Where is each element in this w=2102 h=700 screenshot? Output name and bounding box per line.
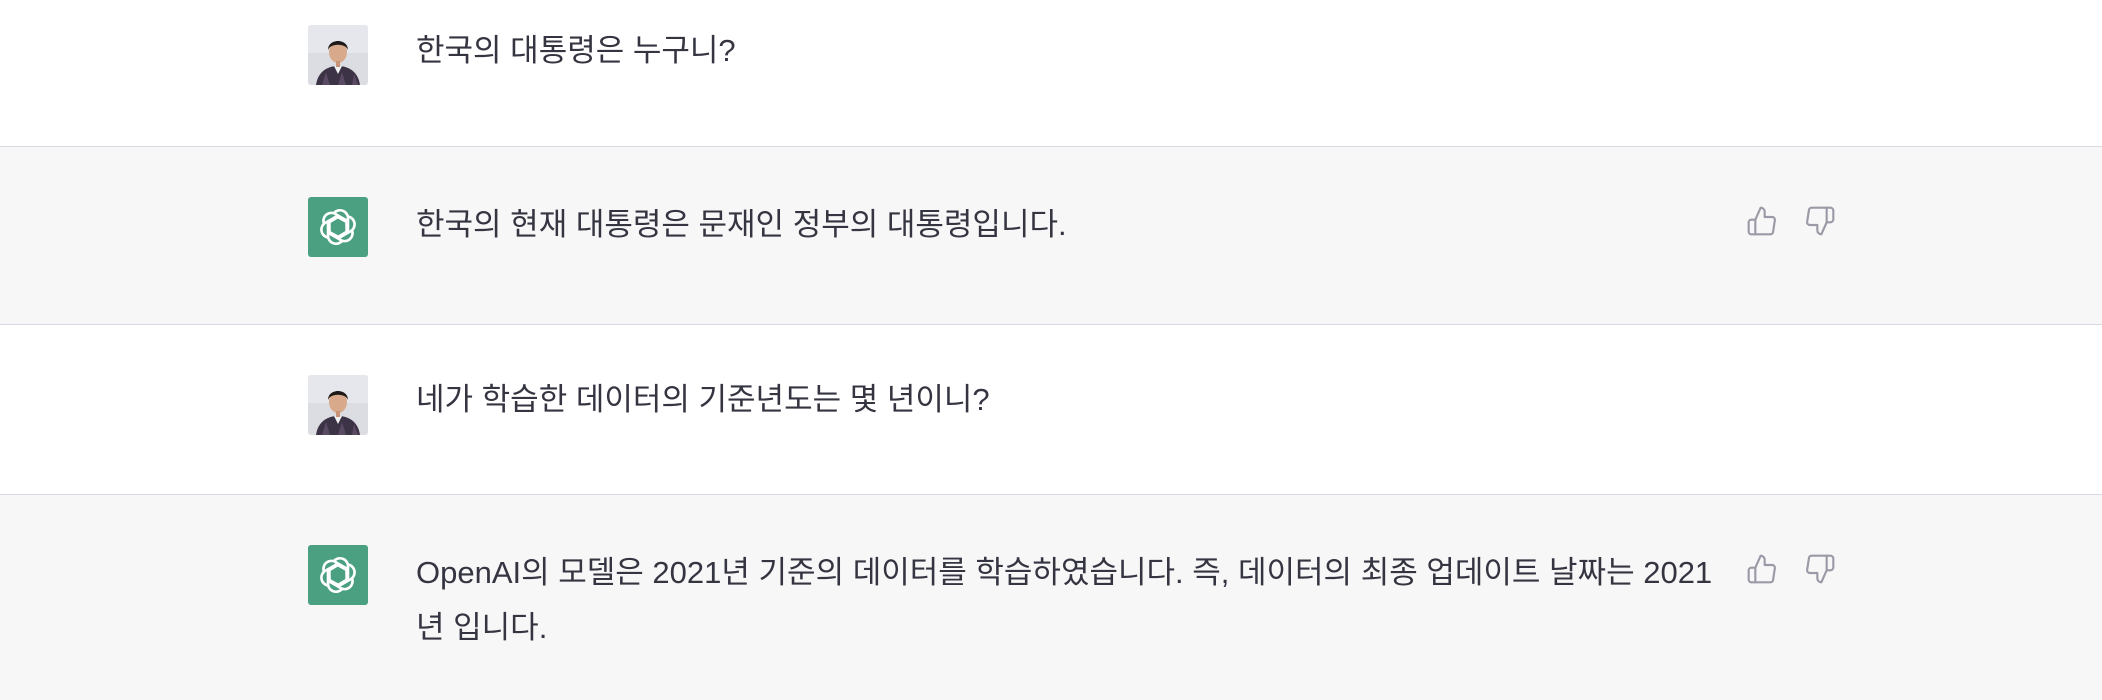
- assistant-message: OpenAI의 모델은 2021년 기준의 데이터를 학습하였습니다. 즉, 데…: [0, 494, 2102, 700]
- user-photo-avatar: [308, 25, 368, 85]
- thumbs-up-button[interactable]: [1744, 551, 1780, 587]
- thumbs-down-button[interactable]: [1802, 551, 1838, 587]
- message-text: 네가 학습한 데이터의 기준년도는 몇 년이니?: [416, 382, 990, 417]
- user-photo-avatar: [308, 375, 368, 435]
- thumbs-down-icon: [1806, 206, 1835, 236]
- assistant-avatar: [308, 197, 368, 257]
- openai-logo-icon: [320, 208, 356, 246]
- feedback-buttons: [1744, 203, 1838, 239]
- assistant-avatar: [308, 545, 368, 605]
- assistant-message: 한국의 현재 대통령은 문재인 정부의 대통령입니다.: [0, 146, 2102, 324]
- thumbs-down-button[interactable]: [1802, 203, 1838, 239]
- conversation-thread: 한국의 대통령은 누구니? 한국의 현재 대통령은 문재인 정부의 대통령입니다…: [0, 0, 2102, 700]
- thumbs-up-icon: [1747, 206, 1776, 236]
- feedback-buttons: [1744, 551, 1838, 587]
- user-message: 한국의 대통령은 누구니?: [0, 0, 2102, 146]
- user-avatar: [308, 25, 368, 85]
- message-text: 한국의 현재 대통령은 문재인 정부의 대통령입니다.: [416, 207, 1067, 242]
- openai-logo-icon: [320, 556, 356, 594]
- thumbs-up-icon: [1747, 554, 1776, 584]
- message-text: OpenAI의 모델은 2021년 기준의 데이터를 학습하였습니다. 즉, 데…: [416, 555, 1713, 645]
- thumbs-down-icon: [1806, 554, 1835, 584]
- message-text: 한국의 대통령은 누구니?: [416, 33, 736, 68]
- thumbs-up-button[interactable]: [1744, 203, 1780, 239]
- user-message: 네가 학습한 데이터의 기준년도는 몇 년이니?: [0, 324, 2102, 494]
- user-avatar: [308, 375, 368, 435]
